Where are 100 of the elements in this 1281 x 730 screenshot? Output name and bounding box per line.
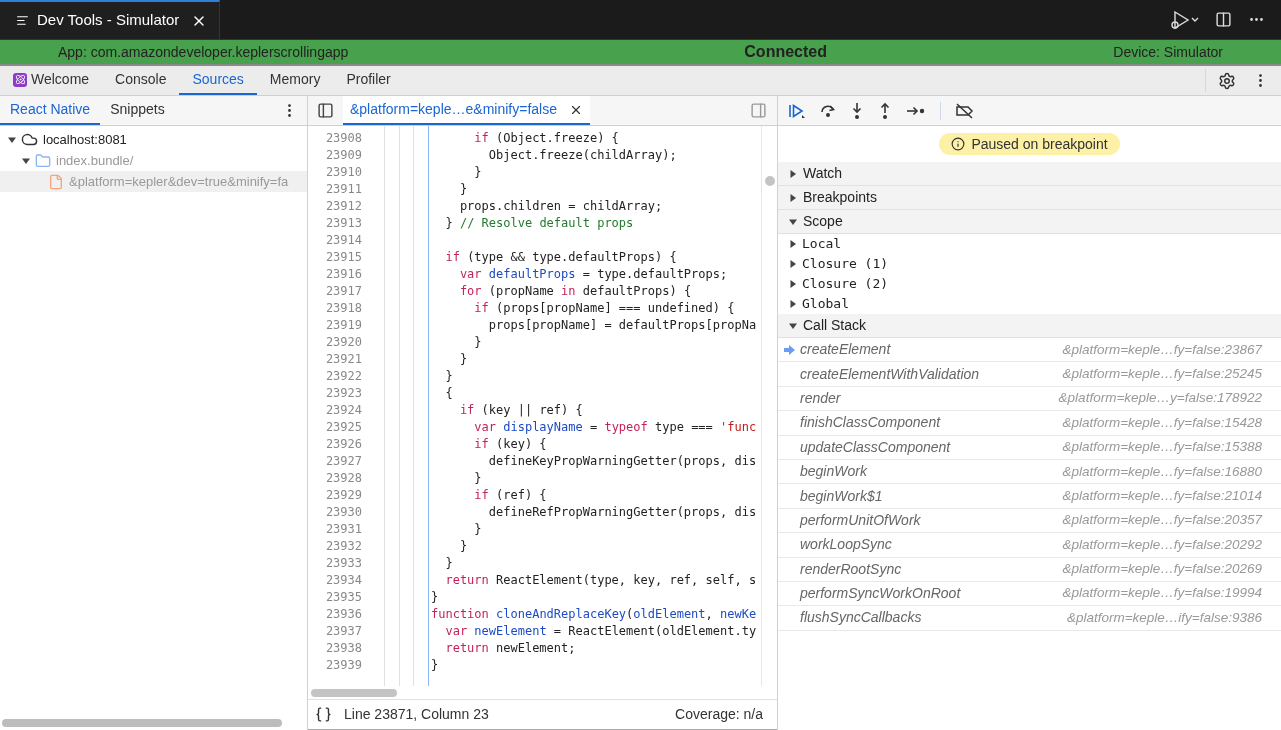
call-frame[interactable]: beginWork$1 &platform=keple…fy=false:21014 (778, 484, 1281, 509)
code-line: } (473, 469, 482, 487)
call-frame[interactable]: createElementWithValidation &platform=keple…fy=false:25245 (778, 362, 1281, 387)
panel-tab[interactable]: Console (102, 66, 180, 95)
line-number[interactable]: 23915 (308, 247, 362, 266)
collapsed-triangle-icon[interactable] (789, 280, 797, 288)
step-over-icon[interactable] (820, 102, 836, 119)
frame-location[interactable]: &platform=keple…y=false:178922 (1058, 388, 1262, 409)
tree-item[interactable]: localhost:8081 (0, 129, 307, 150)
section-header[interactable]: Breakpoints (778, 186, 1281, 210)
window-tab[interactable]: Dev Tools - Simulator (0, 0, 221, 39)
line-number[interactable]: 23909 (308, 145, 362, 164)
call-frame[interactable]: finishClassComponent &platform=keple…fy=false:15428 (778, 411, 1281, 436)
expanded-triangle-icon[interactable] (22, 156, 30, 165)
line-number[interactable]: 23921 (308, 349, 362, 368)
line-number[interactable]: 23925 (308, 417, 362, 436)
call-frame[interactable]: beginWork &platform=keple…fy=false:16880 (778, 459, 1281, 485)
line-number[interactable]: 23933 (308, 553, 362, 572)
line-number[interactable]: 23920 (308, 332, 362, 351)
step-icon[interactable] (906, 104, 926, 117)
line-number[interactable]: 23926 (308, 434, 362, 453)
pretty-print-icon[interactable] (315, 706, 332, 723)
section-header[interactable]: Call Stack (778, 314, 1281, 338)
navigator-tab[interactable]: Snippets (100, 96, 175, 125)
tree-item[interactable]: &platform=kepler&dev=true&minify=fa (0, 171, 307, 192)
step-out-icon[interactable] (878, 101, 892, 120)
line-number[interactable]: 23916 (308, 264, 362, 283)
expanded-triangle-icon[interactable] (789, 217, 797, 226)
editor-tab[interactable]: &platform=keple…e&minify=false (343, 96, 590, 125)
frame-location[interactable]: &platform=keple…fy=false:20269 (1062, 559, 1262, 580)
frame-location[interactable]: &platform=keple…fy=false:20292 (1062, 534, 1262, 555)
line-number[interactable]: 23931 (308, 519, 362, 538)
scrollbar[interactable] (2, 719, 282, 727)
frame-function: workLoopSync (800, 535, 892, 555)
collapsed-triangle-icon[interactable] (789, 193, 797, 202)
resume-icon[interactable] (788, 102, 806, 119)
line-number[interactable]: 23929 (308, 485, 362, 504)
line-number[interactable]: 23938 (308, 638, 362, 657)
line-number[interactable]: 23939 (308, 655, 362, 674)
expanded-triangle-icon[interactable] (8, 135, 16, 144)
scrollbar[interactable] (764, 176, 775, 186)
line-number[interactable]: 23927 (308, 451, 362, 470)
collapsed-triangle-icon[interactable] (789, 240, 797, 248)
line-number[interactable]: 23910 (308, 162, 362, 181)
debug-run-icon[interactable] (1169, 9, 1199, 30)
step-into-icon[interactable] (850, 101, 864, 120)
call-frame[interactable]: createElement &platform=keple…fy=false:23867 (778, 338, 1281, 363)
call-frame[interactable]: renderRootSync &platform=keple…fy=false:20269 (778, 557, 1281, 582)
frame-location[interactable]: &platform=keple…fy=false:15388 (1062, 437, 1262, 458)
split-view-icon[interactable] (1215, 11, 1232, 28)
call-frame[interactable]: updateClassComponent &platform=keple…fy=false:15388 (778, 435, 1281, 460)
line-number[interactable]: 23918 (308, 298, 362, 317)
collapsed-triangle-icon[interactable] (789, 260, 797, 268)
frame-location[interactable]: &platform=keple…fy=false:25245 (1062, 363, 1262, 385)
section-header[interactable]: Scope (778, 210, 1281, 234)
settings-icon[interactable] (1218, 71, 1236, 90)
toggle-debugger-icon[interactable] (750, 102, 767, 119)
line-number[interactable]: 23935 (308, 587, 362, 606)
panel-tab[interactable]: Memory (256, 66, 334, 95)
line-number[interactable]: 23936 (308, 604, 362, 623)
call-frame[interactable]: workLoopSync &platform=keple…fy=false:20292 (778, 533, 1281, 558)
line-number[interactable]: 23934 (308, 570, 362, 589)
frame-location[interactable]: &platform=keple…fy=false:23867 (1062, 339, 1262, 360)
call-frame[interactable]: flushSyncCallbacks &platform=keple…ify=false:9386 (778, 606, 1281, 631)
expanded-triangle-icon[interactable] (789, 321, 797, 330)
line-number[interactable]: 23923 (308, 383, 362, 402)
toggle-navigator-icon[interactable] (317, 102, 334, 119)
scrollbar[interactable] (311, 688, 397, 697)
panel-tab[interactable]: Welcome (0, 66, 103, 95)
line-number[interactable]: 23917 (308, 281, 362, 300)
line-number[interactable]: 23913 (308, 213, 362, 232)
line-number[interactable]: 23928 (308, 468, 362, 487)
navigator-tab[interactable]: React Native (0, 96, 101, 125)
code-line: if (key || ref) { (458, 401, 583, 419)
line-number[interactable]: 23908 (308, 128, 362, 147)
frame-location[interactable]: &platform=keple…ify=false:9386 (1066, 607, 1262, 629)
panel-tab[interactable]: Profiler (333, 66, 404, 95)
line-number[interactable]: 23937 (308, 621, 362, 640)
deactivate-breakpoints-icon[interactable] (955, 102, 975, 119)
frame-location[interactable]: &platform=keple…fy=false:16880 (1062, 461, 1262, 482)
frame-location[interactable]: &platform=keple…fy=false:20357 (1062, 510, 1262, 531)
line-number[interactable]: 23922 (308, 366, 362, 385)
line-number[interactable]: 23924 (308, 400, 362, 419)
section-header[interactable]: Watch (778, 162, 1281, 186)
tree-item[interactable]: index.bundle/ (0, 150, 307, 171)
frame-location[interactable]: &platform=keple…fy=false:21014 (1062, 485, 1262, 507)
line-number[interactable]: 23919 (308, 315, 362, 334)
frame-location[interactable]: &platform=keple…fy=false:15428 (1062, 412, 1262, 433)
line-number[interactable]: 23911 (308, 179, 362, 198)
frame-location[interactable]: &platform=keple…fy=false:19994 (1062, 583, 1262, 604)
code-line: defineKeyPropWarningGetter(props, dis (487, 452, 757, 470)
line-number[interactable]: 23930 (308, 502, 362, 521)
call-frame[interactable]: performUnitOfWork &platform=keple…fy=false:20357 (778, 508, 1281, 534)
collapsed-triangle-icon[interactable] (789, 169, 797, 178)
line-number[interactable]: 23932 (308, 536, 362, 555)
line-number[interactable]: 23914 (308, 230, 362, 249)
call-frame[interactable]: performSyncWorkOnRoot &platform=keple…fy=false:19994 (778, 581, 1281, 607)
collapsed-triangle-icon[interactable] (789, 300, 797, 308)
line-number[interactable]: 23912 (308, 196, 362, 215)
call-frame[interactable]: render &platform=keple…y=false:178922 (778, 386, 1281, 412)
